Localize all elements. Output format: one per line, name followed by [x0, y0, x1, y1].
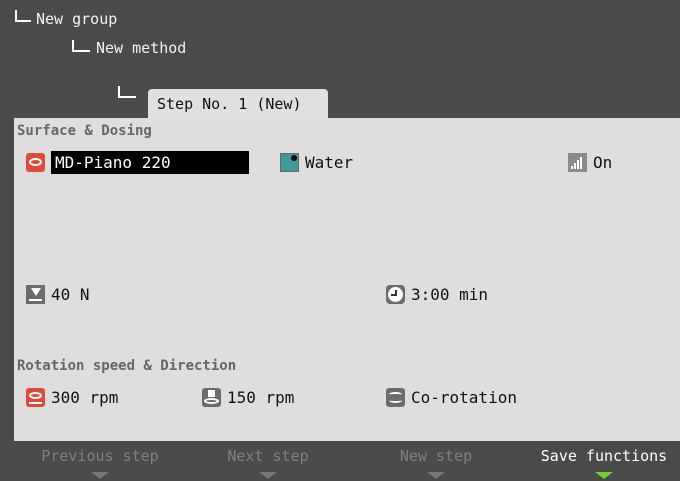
section-surface-dosing: Surface & Dosing — [17, 123, 152, 139]
lubricant-setting[interactable]: Water — [280, 153, 353, 172]
tree-group[interactable]: New group — [36, 10, 117, 28]
softkey-arrow-icon — [91, 472, 109, 479]
save-functions-button[interactable]: Save functions — [528, 441, 680, 481]
direction-icon — [386, 388, 405, 407]
disc-rotation-icon — [26, 388, 45, 407]
softkey-bar: Previous step Next step New step Save fu… — [0, 441, 680, 481]
disc-value[interactable]: MD-Piano 220 — [51, 151, 249, 174]
tree-elbow — [118, 86, 136, 98]
water-icon — [280, 153, 299, 172]
force-value: 40 N — [51, 285, 90, 304]
section-rotation-direction: Rotation speed & Direction — [17, 358, 237, 374]
dosing-value: On — [593, 153, 613, 172]
method-tree: New group New method Step No. 1 (New) — [0, 0, 680, 119]
disc-icon — [26, 153, 45, 172]
head-rotation-icon — [202, 388, 221, 407]
softkey-arrow-icon — [595, 472, 613, 479]
head-speed-value: 150 rpm — [227, 388, 295, 407]
tree-elbow — [72, 40, 90, 52]
softkey-arrow-icon — [427, 472, 445, 479]
direction-setting[interactable]: Co-rotation — [386, 388, 517, 407]
new-step-label: New step — [399, 447, 473, 465]
force-icon — [26, 285, 45, 304]
next-step-label: Next step — [227, 447, 309, 465]
step-settings-panel: Surface & Dosing MD-Piano 220 Water On 4… — [14, 118, 680, 441]
previous-step-label: Previous step — [41, 447, 159, 465]
clock-icon — [386, 285, 405, 304]
signal-level-icon — [568, 153, 587, 172]
softkey-arrow-icon — [259, 472, 277, 479]
step-tab[interactable]: Step No. 1 (New) — [148, 89, 328, 119]
head-speed-setting[interactable]: 150 rpm — [202, 388, 294, 407]
previous-step-button[interactable]: Previous step — [20, 441, 180, 481]
tree-elbow — [15, 10, 31, 22]
next-step-button[interactable]: Next step — [188, 441, 348, 481]
save-functions-label: Save functions — [540, 447, 668, 465]
time-value: 3:00 min — [411, 285, 489, 304]
tree-method[interactable]: New method — [96, 39, 186, 57]
dosing-setting[interactable]: On — [568, 153, 612, 172]
disc-speed-value: 300 rpm — [51, 388, 119, 407]
disc-speed-setting[interactable]: 300 rpm — [26, 388, 118, 407]
disc-setting[interactable]: MD-Piano 220 — [26, 151, 249, 174]
time-setting[interactable]: 3:00 min — [386, 285, 488, 304]
lubricant-value: Water — [305, 153, 354, 172]
force-setting[interactable]: 40 N — [26, 285, 90, 304]
direction-value: Co-rotation — [411, 388, 517, 407]
new-step-button[interactable]: New step — [356, 441, 516, 481]
